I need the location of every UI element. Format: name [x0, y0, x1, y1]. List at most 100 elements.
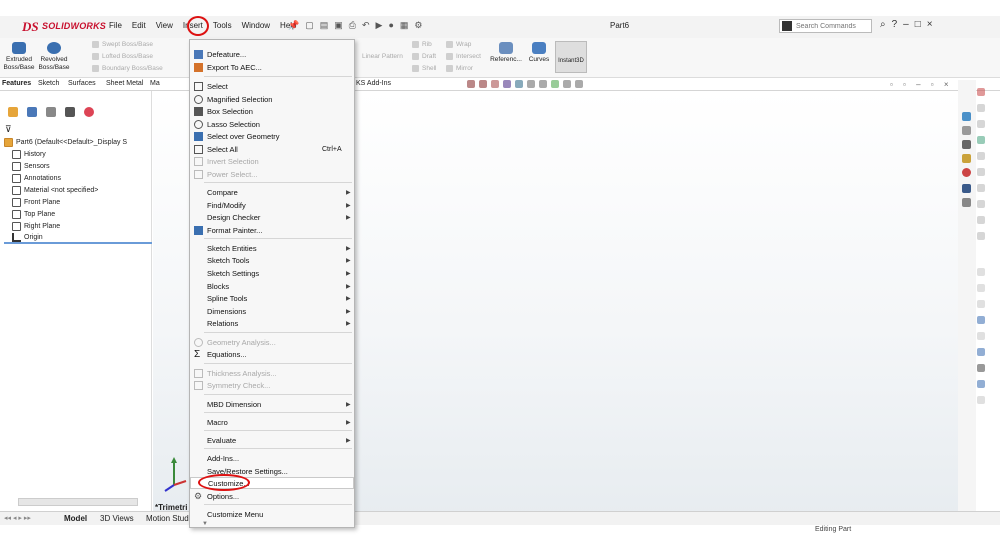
tab-addins[interactable]: KS Add-Ins	[356, 80, 391, 87]
tool-icon[interactable]	[977, 168, 985, 176]
tree-item-front-plane[interactable]: Front Plane	[4, 196, 152, 208]
menu-item-customize-menu[interactable]: Customize Menu	[190, 508, 354, 520]
tree-item-material[interactable]: Material <not specified>	[4, 184, 152, 196]
light-icon[interactable]	[977, 380, 985, 388]
tab-surfaces[interactable]: Surfaces	[68, 80, 96, 87]
menu-item-dimensions[interactable]: Dimensions ▶	[190, 305, 354, 317]
tree-item-sensors[interactable]: Sensors	[4, 160, 152, 172]
document-window-controls[interactable]: ▫ ▫ – ▫ ×	[890, 80, 953, 89]
menu-item-add-ins[interactable]: Add-Ins...	[190, 452, 354, 464]
extruded-boss-button[interactable]: Extruded Boss/Base	[2, 42, 36, 72]
tool-icon[interactable]	[977, 332, 985, 340]
wrap-button[interactable]: Wrap	[446, 41, 471, 48]
forum-icon[interactable]	[962, 198, 971, 207]
filter-icon[interactable]: ⊽	[5, 124, 12, 135]
menu-view[interactable]: View	[151, 21, 178, 30]
appearance-icon[interactable]	[977, 136, 985, 144]
tool-icon[interactable]	[977, 216, 985, 224]
menu-item-select[interactable]: Select	[190, 80, 354, 92]
new-document-icon[interactable]: ▢	[305, 20, 314, 31]
search-input[interactable]	[796, 22, 866, 30]
menu-item-export-aec[interactable]: Export To AEC...	[190, 61, 354, 73]
instant3d-button[interactable]: Instant3D	[555, 41, 587, 73]
curves-button[interactable]: Curves	[524, 42, 554, 64]
view-orientation-icon[interactable]	[515, 80, 523, 88]
tool-icon[interactable]	[977, 232, 985, 240]
menu-edit[interactable]: Edit	[127, 21, 151, 30]
menu-item-relations[interactable]: Relations ▶	[190, 317, 354, 329]
tool-icon[interactable]	[977, 300, 985, 308]
draft-button[interactable]: Draft	[412, 53, 436, 60]
camera-icon[interactable]	[977, 364, 985, 372]
resources-icon[interactable]	[962, 126, 971, 135]
search-commands[interactable]	[779, 19, 872, 33]
tool-icon[interactable]	[977, 284, 985, 292]
menu-item-select-all[interactable]: Select All Ctrl+A	[190, 143, 354, 155]
menu-item-sketch-entities[interactable]: Sketch Entities ▶	[190, 242, 354, 254]
tree-item-history[interactable]: History	[4, 148, 152, 160]
search-icon[interactable]: ⌕	[880, 19, 886, 30]
tab-features[interactable]: Features	[2, 80, 31, 87]
menu-item-select-over-geometry[interactable]: Select over Geometry	[190, 130, 354, 142]
menu-file[interactable]: File	[104, 21, 127, 30]
tree-item-annotations[interactable]: Annotations	[4, 172, 152, 184]
feature-tree-scrollbar[interactable]	[18, 498, 138, 506]
helix-icon[interactable]	[977, 348, 985, 356]
menu-item-design-checker[interactable]: Design Checker ▶	[190, 211, 354, 223]
menu-item-options[interactable]: ⚙ Options...	[190, 490, 354, 502]
intersect-button[interactable]: Intersect	[446, 53, 481, 60]
curve-icon[interactable]	[977, 316, 985, 324]
rebuild-icon[interactable]: ●	[388, 20, 393, 31]
menu-item-find-modify[interactable]: Find/Modify ▶	[190, 199, 354, 211]
tool-icon[interactable]	[977, 104, 985, 112]
appearances-icon[interactable]	[962, 168, 971, 177]
display-style-icon[interactable]	[527, 80, 535, 88]
tool-icon[interactable]	[977, 268, 985, 276]
tab-more[interactable]: Ma	[150, 80, 160, 87]
hide-show-icon[interactable]	[539, 80, 547, 88]
solidworks-logo[interactable]: DS SOLIDWORKS	[20, 19, 106, 34]
search-scope-icon[interactable]	[782, 21, 792, 31]
menu-item-magnified-selection[interactable]: Magnified Selection	[190, 93, 354, 105]
property-manager-tab-icon[interactable]	[27, 107, 37, 117]
shell-button[interactable]: Shell	[412, 65, 436, 72]
tool-icon[interactable]	[977, 152, 985, 160]
open-icon[interactable]: ▤	[320, 20, 329, 31]
minimize-button[interactable]: –	[903, 19, 909, 30]
tab-scroll-arrows-icon[interactable]: ◂◂ ◂ ▸ ▸▸	[4, 514, 31, 522]
menu-item-sketch-tools[interactable]: Sketch Tools ▶	[190, 254, 354, 266]
tree-item-top-plane[interactable]: Top Plane	[4, 208, 152, 220]
view-settings-icon[interactable]	[575, 80, 583, 88]
select-arrow-icon[interactable]: ▶	[376, 20, 383, 31]
tab-sheet-metal[interactable]: Sheet Metal	[106, 80, 143, 87]
options-gear-icon[interactable]: ⚙	[414, 20, 422, 31]
print-icon[interactable]: ⎙	[349, 20, 356, 31]
swept-boss-button[interactable]: Swept Boss/Base	[92, 41, 153, 48]
help-button[interactable]: ?	[892, 19, 898, 30]
configuration-manager-tab-icon[interactable]	[46, 107, 56, 117]
save-icon[interactable]: ▣	[334, 20, 343, 31]
menu-item-evaluate[interactable]: Evaluate ▶	[190, 434, 354, 446]
file-properties-icon[interactable]: ▦	[400, 20, 409, 31]
mirror-button[interactable]: Mirror	[446, 65, 473, 72]
pin-icon[interactable]: 📌	[288, 20, 299, 31]
revolved-boss-button[interactable]: Revolved Boss/Base	[37, 42, 71, 72]
tree-item-right-plane[interactable]: Right Plane	[4, 220, 152, 232]
tool-icon[interactable]	[977, 200, 985, 208]
tree-item-part[interactable]: Part6 (Default<<Default>_Display S	[4, 136, 152, 148]
tool-icon[interactable]	[977, 396, 985, 404]
tree-item-origin[interactable]: Origin	[4, 232, 152, 244]
scene-icon[interactable]	[563, 80, 571, 88]
linear-pattern-button[interactable]: Linear Pattern	[362, 53, 403, 60]
restore-button[interactable]: □	[915, 19, 921, 30]
reference-geometry-button[interactable]: Referenc...	[489, 42, 523, 64]
menu-item-format-painter[interactable]: Format Painter...	[190, 224, 354, 236]
color-icon[interactable]	[977, 88, 985, 96]
zoom-fit-icon[interactable]	[467, 80, 475, 88]
menu-window[interactable]: Window	[237, 21, 275, 30]
section-view-icon[interactable]	[503, 80, 511, 88]
menu-item-blocks[interactable]: Blocks ▶	[190, 280, 354, 292]
boundary-boss-button[interactable]: Boundary Boss/Base	[92, 65, 163, 72]
menu-item-lasso-selection[interactable]: Lasso Selection	[190, 118, 354, 130]
menu-item-mbd-dimension[interactable]: MBD Dimension ▶	[190, 398, 354, 410]
